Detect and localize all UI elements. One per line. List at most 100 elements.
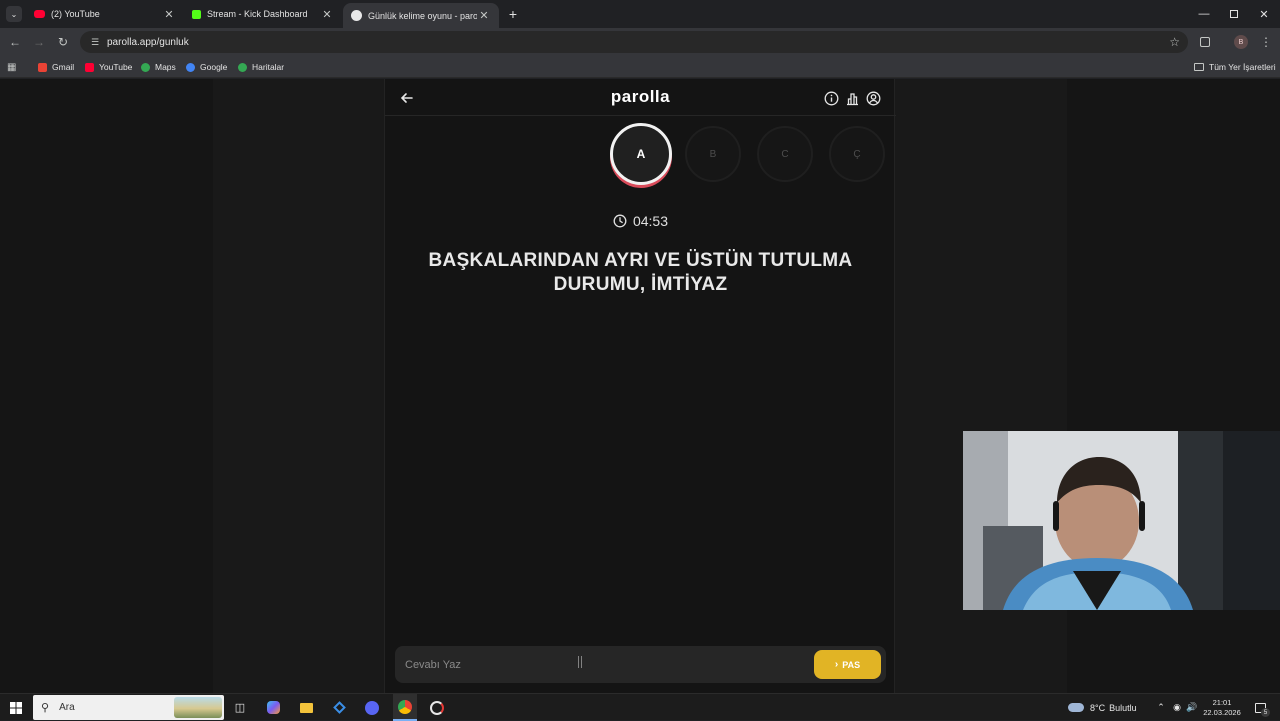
app-button-gauge[interactable]	[427, 694, 447, 721]
tab-label: (2) YouTube	[51, 9, 100, 19]
bookmark-label: Google	[200, 62, 228, 72]
tab-kick[interactable]: Stream - Kick Dashboard ✕	[184, 0, 342, 28]
taskbar-search-box[interactable]: ⚲ Ara	[33, 695, 224, 720]
diamond-app-icon	[332, 701, 346, 714]
tab-youtube[interactable]: (2) YouTube ✕	[26, 0, 184, 28]
window-close-button[interactable]: ✕	[1248, 0, 1280, 28]
chrome-icon	[398, 699, 412, 714]
close-tab-icon[interactable]: ✕	[320, 8, 334, 21]
clock-icon	[613, 214, 627, 228]
browser-toolbar: ← → ↻ ☰ parolla.app/gunluk ☆ B ⋮	[0, 28, 1280, 56]
copilot-icon	[266, 701, 280, 714]
kebab-menu-icon: ⋮	[1260, 35, 1272, 49]
task-view-icon: ◫	[234, 702, 246, 714]
clock-date: 22.03.2026	[1203, 707, 1241, 717]
page-viewport: parolla A B C Ç 04:53 BAŞKALARINDAN AYRI…	[0, 79, 1280, 693]
apps-button[interactable]: ▦	[7, 56, 16, 78]
apps-grid-icon: ▦	[7, 61, 17, 73]
letter-bubble-active: A	[610, 123, 672, 185]
volume-button[interactable]: 🔊	[1185, 694, 1199, 721]
minimize-button[interactable]: —	[1188, 0, 1220, 28]
youtube-icon	[34, 10, 45, 18]
all-bookmarks-button[interactable]: Tüm Yer İşaretleri	[1194, 56, 1276, 78]
restore-button[interactable]	[1218, 0, 1250, 28]
user-circle-icon	[866, 91, 880, 105]
bookmark-label: Maps	[155, 62, 176, 72]
kick-icon	[192, 9, 201, 19]
tab-strip: ⌄ (2) YouTube ✕ Stream - Kick Dashboard …	[0, 0, 1280, 28]
bookmark-maps[interactable]: Maps	[141, 56, 176, 78]
profile-button[interactable]	[864, 89, 882, 107]
gauge-icon	[430, 700, 444, 715]
extensions-button[interactable]	[1193, 28, 1217, 56]
menu-button[interactable]: ⋮	[1254, 28, 1278, 56]
weather-desc: Bulutlu	[1109, 702, 1137, 713]
maps-pin-icon	[238, 62, 247, 72]
bookmark-google[interactable]: Google	[186, 56, 227, 78]
search-icon: ⚲	[41, 702, 50, 714]
copilot-button[interactable]	[263, 694, 283, 721]
pass-button[interactable]: › PAS	[814, 650, 881, 679]
pass-label: PAS	[842, 659, 861, 670]
search-label: Ara	[59, 702, 75, 713]
weather-temp: 8°C	[1090, 702, 1106, 713]
bookmark-haritalar[interactable]: Haritalar	[238, 56, 284, 78]
speaker-icon: 🔊	[1186, 702, 1198, 712]
notification-button[interactable]: 5	[1249, 694, 1271, 721]
site-info-icon[interactable]: ☰	[88, 37, 102, 48]
question-text: BAŞKALARINDAN AYRI VE ÜSTÜN TUTULMA DURU…	[428, 250, 853, 295]
tab-parolla[interactable]: Günlük kelime oyunu - parolla ✕	[343, 3, 499, 28]
close-icon: ✕	[1259, 8, 1269, 21]
forward-button[interactable]: →	[27, 28, 51, 56]
chevron-right-icon: ›	[834, 659, 839, 670]
chrome-button[interactable]	[393, 694, 417, 721]
clock-button[interactable]: 21:01 22.03.2026	[1200, 694, 1244, 721]
app-button-blue[interactable]	[329, 694, 349, 721]
reload-icon: ↻	[57, 35, 69, 49]
file-explorer-button[interactable]	[296, 694, 316, 721]
app-header: parolla	[385, 79, 896, 116]
back-button[interactable]: ←	[3, 28, 27, 56]
info-button[interactable]	[822, 89, 840, 107]
answer-input[interactable]	[405, 655, 785, 675]
tab-label: Günlük kelime oyunu - parolla	[368, 10, 477, 21]
discord-button[interactable]	[362, 694, 382, 721]
chevron-down-icon: ⌄	[6, 6, 22, 22]
left-gutter	[213, 79, 384, 693]
maps-pin-icon	[141, 62, 150, 72]
bookmark-label: YouTube	[99, 62, 133, 72]
youtube-icon	[85, 62, 94, 72]
profile-button[interactable]: B	[1229, 28, 1253, 56]
info-icon	[824, 91, 838, 105]
reload-button[interactable]: ↻	[51, 28, 75, 56]
arrow-right-icon: →	[33, 35, 45, 49]
parolla-app: parolla A B C Ç 04:53 BAŞKALARINDAN AYRI…	[384, 79, 896, 693]
weather-widget[interactable]: 8°C Bulutlu	[1068, 694, 1146, 721]
letter-bubble: C	[757, 126, 813, 182]
answer-bar: › PAS	[395, 646, 886, 683]
bookmark-label: Tüm Yer İşaretleri	[1209, 62, 1276, 72]
tab-label: Stream - Kick Dashboard	[207, 9, 308, 19]
network-button[interactable]: ◉	[1170, 694, 1184, 721]
app-logo[interactable]: parolla	[385, 87, 896, 107]
chevron-up-icon: ⌃	[1157, 702, 1165, 712]
start-button[interactable]	[5, 694, 27, 721]
tab-search-button[interactable]: ⌄	[4, 0, 24, 28]
bookmark-gmail[interactable]: Gmail	[38, 56, 74, 78]
timer-value: 04:53	[632, 213, 669, 229]
tray-overflow-button[interactable]: ⌃	[1154, 694, 1168, 721]
folder-icon	[299, 702, 313, 713]
bookmark-youtube[interactable]: YouTube	[85, 56, 132, 78]
windows-taskbar: ⚲ Ara ◫ 8°C Bulutlu ⌃ ◉ 🔊 21:01 22.03.20…	[0, 693, 1280, 721]
new-tab-button[interactable]: +	[503, 0, 523, 28]
discord-icon	[365, 700, 379, 715]
bookmark-label: Gmail	[52, 62, 75, 72]
stats-button[interactable]	[843, 89, 861, 107]
close-tab-icon[interactable]: ✕	[477, 9, 491, 22]
bookmark-star-icon[interactable]: ☆	[1169, 35, 1180, 49]
gmail-icon	[38, 62, 47, 72]
address-bar[interactable]: ☰ parolla.app/gunluk ☆	[80, 31, 1188, 53]
close-tab-icon[interactable]: ✕	[162, 8, 176, 21]
task-view-button[interactable]: ◫	[230, 694, 250, 721]
clock-time: 21:01	[1212, 697, 1232, 707]
